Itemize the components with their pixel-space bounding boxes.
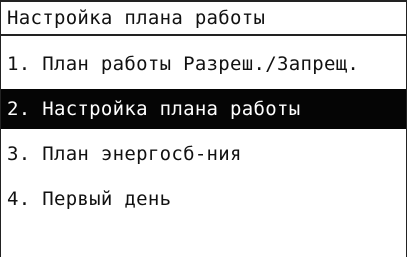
screen-title: Настройка плана работы [7,7,266,29]
menu-item-first-day[interactable]: 4. Первый день [1,179,406,219]
settings-screen: Настройка плана работы 1. План работы Ра… [0,0,407,257]
screen-title-bar: Настройка плана работы [1,0,406,36]
menu-list: 1. План работы Разреш./Запрещ. 2. Настро… [1,44,406,224]
menu-item-energy-saving-plan[interactable]: 3. План энергосб-ния [1,134,406,174]
menu-item-label: 1. План работы Разреш./Запрещ. [7,53,360,75]
menu-item-label: 3. План энергосб-ния [7,143,242,165]
menu-item-label: 2. Настройка плана работы [7,98,301,120]
menu-item-label: 4. Первый день [7,188,172,210]
menu-item-schedule-settings[interactable]: 2. Настройка плана работы [1,89,406,129]
menu-item-schedule-enable[interactable]: 1. План работы Разреш./Запрещ. [1,44,406,84]
